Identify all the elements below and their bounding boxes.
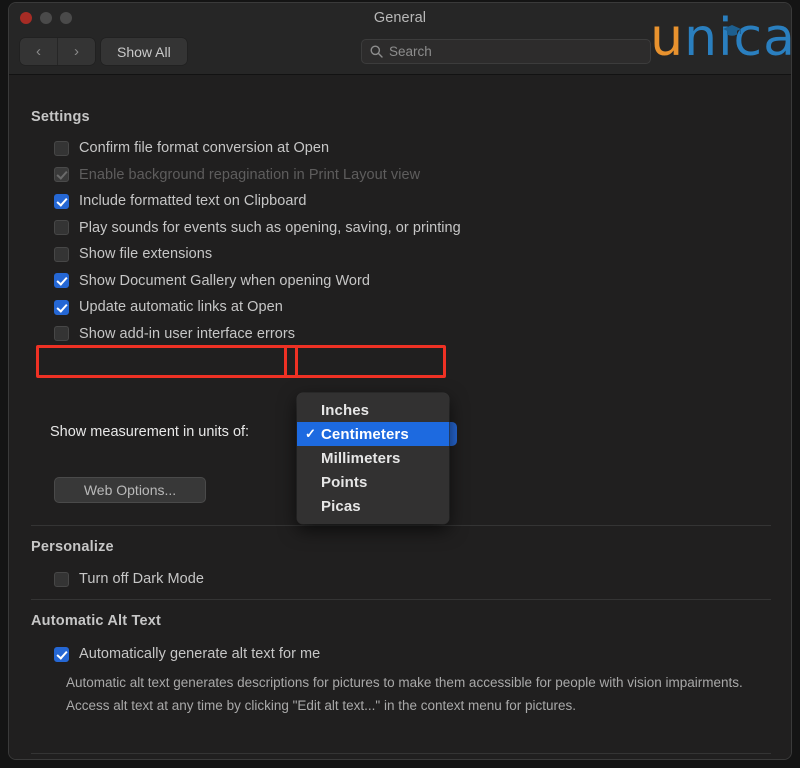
alt-text-section-title-wrap: Automatic Alt Text (31, 613, 161, 629)
checkbox-label: Update automatic links at Open (79, 299, 283, 316)
menu-item-picas[interactable]: ✓ Picas (297, 494, 449, 518)
checkbox-label: Include formatted text on Clipboard (79, 193, 307, 210)
checkbox-icon (54, 167, 69, 183)
window-title: General (373, 10, 427, 26)
checkbox-icon[interactable] (54, 299, 69, 315)
checkbox-icon[interactable] (54, 246, 69, 262)
web-options-label: Web Options... (83, 482, 177, 498)
checkbox-icon[interactable] (54, 646, 69, 662)
personalize-section-title-wrap: Personalize (31, 539, 114, 555)
measurement-units-label: Show measurement in units of: (50, 424, 250, 440)
checkbox-label: Show add-in user interface errors (79, 325, 296, 342)
checkbox-label: Show file extensions (79, 246, 213, 263)
menu-item-points[interactable]: ✓ Points (297, 470, 449, 494)
checkbox-label: Automatically generate alt text for me (79, 646, 321, 663)
checkbox-row-background-repagination: Enable background repagination in Print … (54, 162, 754, 189)
divider-after-personalize (31, 599, 771, 600)
settings-checkbox-list: Confirm file format conversion at Open E… (54, 135, 754, 347)
chevron-right-icon: › (74, 43, 79, 60)
checkmark-icon: ✓ (305, 402, 321, 418)
menu-item-inches[interactable]: ✓ Inches (297, 398, 449, 422)
alt-text-checkbox-list: Automatically generate alt text for me (54, 641, 320, 668)
checkbox-row-play-sounds[interactable]: Play sounds for events such as opening, … (54, 215, 754, 242)
menu-item-label: Points (321, 473, 368, 491)
settings-section-title: Settings (31, 109, 90, 125)
search-icon (370, 45, 383, 58)
measurement-units-dropdown-menu: ✓ Inches ✓ Centimeters ✓ Millimeters ✓ P… (297, 393, 449, 524)
window-toolbar: ‹ › Show All Search (9, 33, 791, 75)
checkbox-icon[interactable] (54, 140, 69, 156)
checkbox-icon[interactable] (54, 273, 69, 289)
checkbox-row-show-addin-errors[interactable]: Show add-in user interface errors (54, 321, 754, 348)
alt-text-description: Automatic alt text generates description… (66, 675, 743, 713)
navigation-button-group: ‹ › (20, 38, 95, 65)
checkbox-label: Confirm file format conversion at Open (79, 140, 330, 157)
settings-section-title-wrap: Settings (31, 109, 90, 125)
checkbox-row-auto-generate-alt-text[interactable]: Automatically generate alt text for me (54, 641, 320, 668)
personalize-checkbox-list: Turn off Dark Mode (54, 566, 204, 593)
menu-item-millimeters[interactable]: ✓ Millimeters (297, 446, 449, 470)
chevron-left-icon: ‹ (36, 43, 41, 60)
screenshot-root: General ‹ › Show All Search Settings Con… (0, 0, 800, 768)
checkmark-icon: ✓ (305, 474, 321, 490)
checkbox-row-include-formatted-text[interactable]: Include formatted text on Clipboard (54, 188, 754, 215)
back-button[interactable]: ‹ (20, 38, 57, 65)
measurement-units-row: Show measurement in units of: (50, 423, 249, 441)
divider-after-alt-text (31, 753, 771, 754)
checkbox-label: Show Document Gallery when opening Word (79, 272, 371, 289)
checkbox-icon[interactable] (54, 326, 69, 342)
checkbox-label: Enable background repagination in Print … (79, 166, 421, 183)
menu-item-label: Picas (321, 497, 361, 515)
checkbox-row-show-document-gallery[interactable]: Show Document Gallery when opening Word (54, 268, 754, 295)
menu-item-label: Inches (321, 401, 370, 419)
checkbox-label: Turn off Dark Mode (79, 571, 205, 588)
checkmark-icon: ✓ (305, 426, 316, 441)
system-preferences-window: General ‹ › Show All Search Settings Con… (8, 2, 792, 760)
checkbox-label: Play sounds for events such as opening, … (79, 219, 461, 236)
window-titlebar: General (9, 3, 791, 33)
web-options-button[interactable]: Web Options... (54, 477, 206, 503)
checkbox-row-update-automatic-links[interactable]: Update automatic links at Open (54, 294, 754, 321)
checkmark-icon: ✓ (305, 450, 321, 466)
search-placeholder: Search (389, 44, 432, 59)
checkbox-row-show-file-extensions[interactable]: Show file extensions (54, 241, 754, 268)
checkbox-row-turn-off-dark-mode[interactable]: Turn off Dark Mode (54, 566, 204, 593)
checkmark-icon: ✓ (305, 498, 321, 514)
menu-item-centimeters[interactable]: ✓ Centimeters (297, 422, 449, 446)
preferences-content: Settings Confirm file format conversion … (9, 75, 791, 759)
personalize-section-title: Personalize (31, 539, 114, 555)
menu-item-label: Centimeters (321, 425, 409, 443)
show-all-button[interactable]: Show All (101, 38, 187, 65)
checkbox-icon[interactable] (54, 220, 69, 236)
show-all-label: Show All (117, 43, 171, 60)
divider-after-settings (31, 525, 771, 526)
checkbox-icon[interactable] (54, 193, 69, 209)
checkbox-row-confirm-file-format[interactable]: Confirm file format conversion at Open (54, 135, 754, 162)
checkbox-icon[interactable] (54, 571, 69, 587)
search-field[interactable]: Search (361, 39, 651, 64)
alt-text-section-title: Automatic Alt Text (31, 613, 162, 629)
menu-item-label: Millimeters (321, 449, 401, 467)
forward-button[interactable]: › (57, 38, 95, 65)
